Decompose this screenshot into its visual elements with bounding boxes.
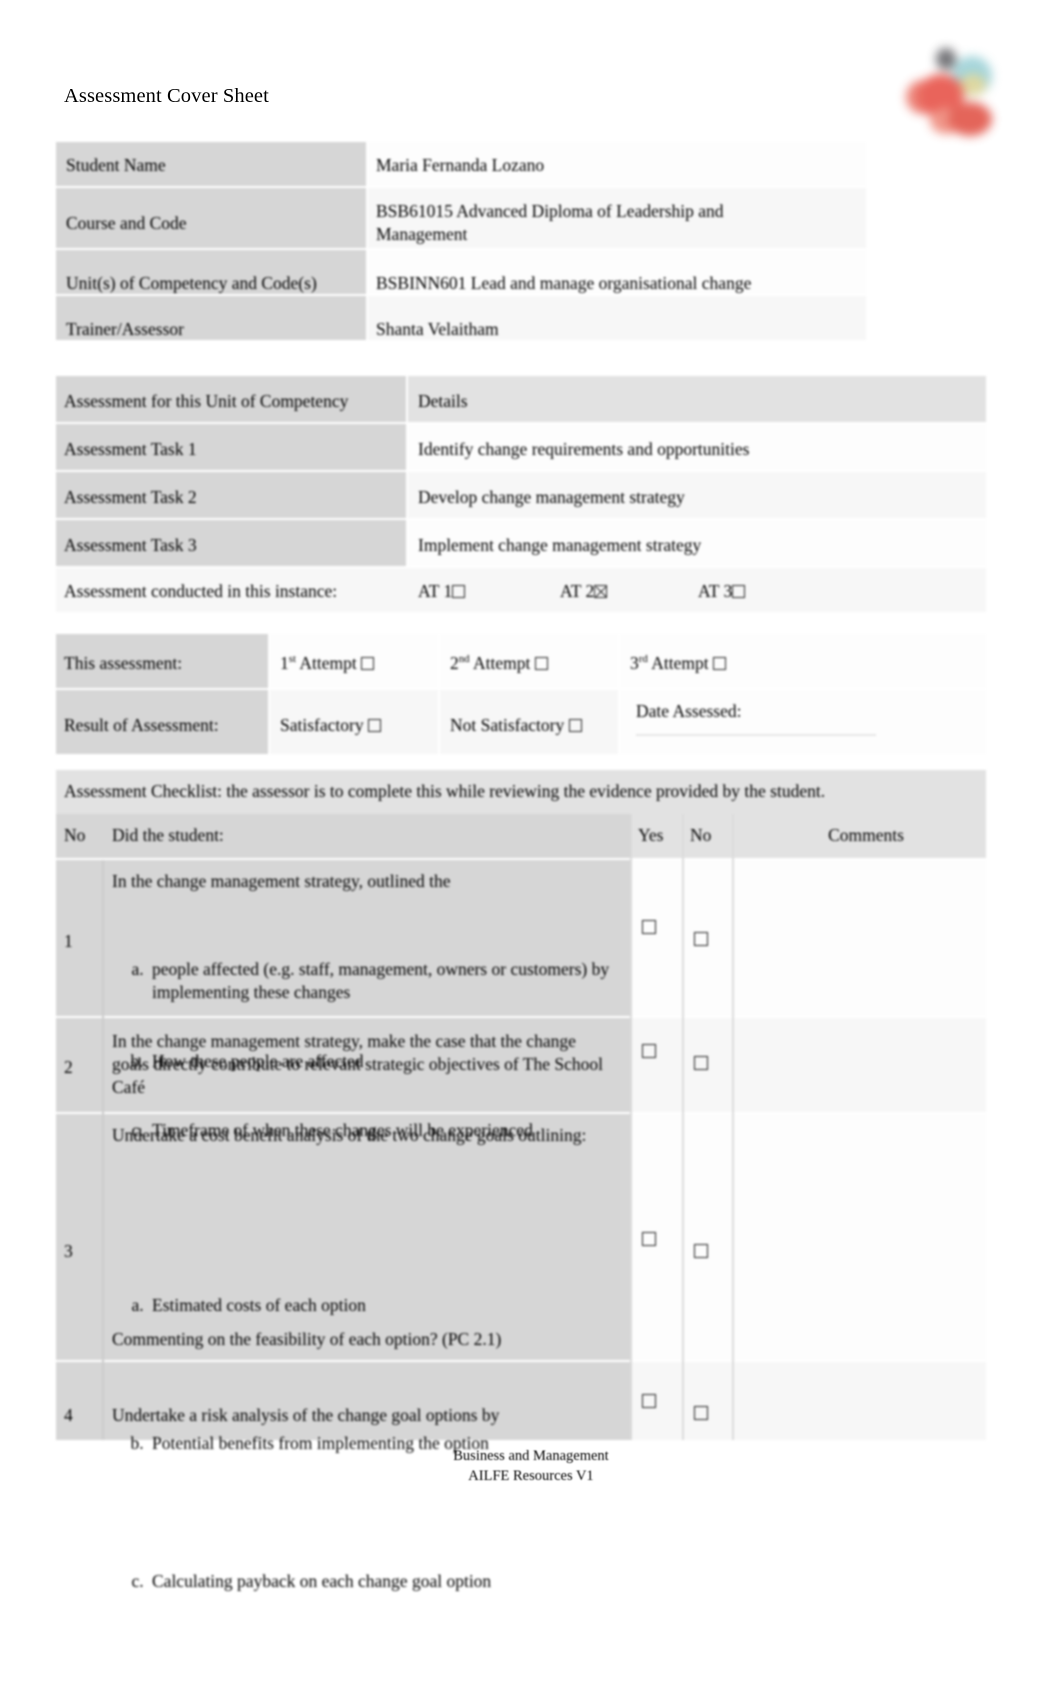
checklist-row-2-lead: In the change management strategy, make … [112, 1031, 608, 1097]
attempt-result-table: This assessment: 1st Attempt 2nd Attempt… [46, 626, 996, 762]
checklist-row-3-tail: Commenting on the feasibility of each op… [112, 1329, 502, 1349]
student-details-table: Student Name Maria Fernanda Lozano Cours… [46, 132, 876, 350]
checklist-row-2-no-checkbox[interactable] [694, 1056, 708, 1070]
this-assessment-label: This assessment: [64, 653, 183, 673]
student-name-label: Student Name [66, 155, 166, 175]
course-code-value: BSB61015 Advanced Diploma of Leadership … [376, 201, 728, 244]
satisfactory-option[interactable]: Satisfactory [280, 714, 381, 737]
at1-label: AT 1 [418, 581, 453, 601]
assessment-tasks-table: Assessment for this Unit of Competency D… [46, 368, 996, 614]
course-code-label: Course and Code [66, 213, 187, 233]
task-3-value: Implement change management strategy [418, 535, 702, 555]
checklist-row-3-number: 3 [64, 1241, 73, 1261]
checklist-header-no: No [64, 825, 86, 845]
attempt-2-checkbox[interactable] [534, 657, 548, 670]
student-name-value: Maria Fernanda Lozano [376, 155, 545, 175]
task-1-value: Identify change requirements and opportu… [418, 439, 750, 459]
at3-label: AT 3 [698, 581, 733, 601]
attempt-1-label: Attempt [299, 653, 357, 673]
trainer-assessor-value: Shanta Velaitham [376, 319, 499, 339]
attempt-2-option[interactable]: 2nd Attempt [450, 652, 548, 675]
not-satisfactory-label: Not Satisfactory [450, 715, 565, 735]
page-title: Assessment Cover Sheet [64, 85, 269, 107]
attempt-1-number: 1 [280, 653, 289, 673]
checklist-row-1-number: 1 [64, 931, 73, 951]
checklist-header-question: Did the student: [112, 825, 224, 845]
list-item: Calculating payback on each change goal … [148, 1558, 658, 1604]
attempt-1-ordinal: st [288, 653, 296, 666]
footer-line-1: Business and Management [453, 1448, 609, 1464]
checklist-row-4-no-checkbox[interactable] [694, 1406, 708, 1420]
checklist-row-2-yes-checkbox[interactable] [642, 1044, 656, 1058]
checklist-header-yes: Yes [638, 825, 664, 845]
attempt-1-option[interactable]: 1st Attempt [280, 652, 375, 675]
date-assessed-label: Date Assessed: [636, 701, 742, 721]
instance-label: Assessment conducted in this instance: [64, 581, 338, 601]
satisfactory-checkbox[interactable] [367, 719, 381, 732]
checklist-row-4-number: 4 [64, 1405, 73, 1425]
task-1-label: Assessment Task 1 [64, 439, 197, 459]
unit-competency-label: Unit(s) of Competency and Code(s) [66, 273, 317, 293]
satisfactory-label: Satisfactory [280, 715, 364, 735]
at1-checkbox[interactable] [452, 585, 466, 598]
task-2-value: Develop change management strategy [418, 487, 685, 507]
result-label: Result of Assessment: [64, 715, 219, 735]
at3-option[interactable]: AT 3 [698, 580, 746, 603]
assessment-checklist-table: Assessment Checklist: the assessor is to… [46, 766, 996, 1591]
unit-competency-value: BSBINN601 Lead and manage organisational… [376, 273, 752, 293]
not-satisfactory-option[interactable]: Not Satisfactory [450, 714, 582, 737]
checklist-row-1-yes-checkbox[interactable] [642, 920, 656, 934]
document-page: Assessment Cover Sheet Student Name Mari… [0, 0, 1062, 1591]
attempt-3-option[interactable]: 3rd Attempt [630, 652, 726, 675]
checklist-header-no-col: No [690, 825, 712, 845]
task-2-label: Assessment Task 2 [64, 487, 197, 507]
checklist-row-2-number: 2 [64, 1057, 73, 1077]
tasks-header-col1: Assessment for this Unit of Competency [64, 391, 349, 411]
checklist-row-1-lead: In the change management strategy, outli… [112, 871, 451, 891]
checklist-intro: Assessment Checklist: the assessor is to… [64, 781, 826, 801]
checklist-row-1-no-checkbox[interactable] [694, 932, 708, 946]
trainer-assessor-label: Trainer/Assessor [66, 319, 184, 339]
attempt-2-number: 2 [450, 653, 459, 673]
at2-label: AT 2 [560, 581, 595, 601]
footer-line-2: AILFE Resources V1 [468, 1468, 594, 1484]
not-satisfactory-checkbox[interactable] [568, 719, 582, 732]
attempt-3-ordinal: rd [638, 653, 648, 666]
attempt-3-checkbox[interactable] [712, 657, 726, 670]
attempt-3-label: Attempt [651, 653, 709, 673]
tasks-header-col2: Details [418, 391, 468, 411]
at1-option[interactable]: AT 1 [418, 580, 466, 603]
attempt-2-label: Attempt [473, 653, 531, 673]
task-3-label: Assessment Task 3 [64, 535, 197, 555]
checklist-row-4-yes-checkbox[interactable] [642, 1394, 656, 1408]
list-item: people affected (e.g. staff, management,… [148, 958, 658, 1004]
attempt-3-number: 3 [630, 653, 639, 673]
checklist-row-3-yes-checkbox[interactable] [642, 1232, 656, 1246]
at2-option[interactable]: AT 2 [560, 580, 608, 603]
attempt-1-checkbox[interactable] [361, 657, 375, 670]
list-item: Estimated costs of each option [148, 1282, 658, 1328]
organisation-logo-icon [900, 44, 1005, 139]
at3-checkbox[interactable] [732, 585, 746, 598]
attempt-2-ordinal: nd [458, 653, 470, 666]
checklist-row-3-items: Estimated costs of each option Potential… [112, 1190, 658, 1696]
checklist-row-4-lead: Undertake a risk analysis of the change … [112, 1405, 500, 1425]
checklist-header-comments: Comments [828, 825, 904, 845]
at2-checkbox[interactable] [594, 585, 608, 598]
checklist-row-3-lead: Undertake a cost benefit analysis of the… [112, 1125, 587, 1145]
checklist-row-3-no-checkbox[interactable] [694, 1244, 708, 1258]
